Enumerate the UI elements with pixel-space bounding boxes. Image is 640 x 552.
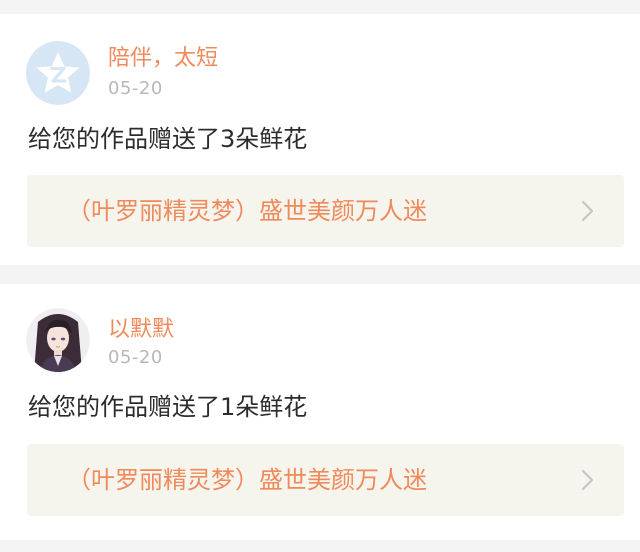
qzone-default-avatar-icon	[26, 41, 90, 105]
work-title: （叶罗丽精灵梦）盛世美颜万人迷	[67, 466, 427, 494]
username[interactable]: 陪伴，太短	[108, 48, 218, 70]
work-title: （叶罗丽精灵梦）盛世美颜万人迷	[67, 197, 427, 225]
timestamp: 05-20	[108, 78, 163, 99]
notification-card: 以默默 05-20 给您的作品赠送了1朵鲜花 （叶罗丽精灵梦）盛世美颜万人迷	[0, 284, 640, 540]
work-link[interactable]: （叶罗丽精灵梦）盛世美颜万人迷	[27, 175, 624, 247]
avatar[interactable]	[26, 308, 90, 372]
anime-character-avatar	[26, 308, 90, 372]
work-link[interactable]: （叶罗丽精灵梦）盛世美颜万人迷	[27, 444, 624, 516]
timestamp: 05-20	[108, 347, 163, 368]
notification-card: 陪伴，太短 05-20 给您的作品赠送了3朵鲜花 （叶罗丽精灵梦）盛世美颜万人迷	[0, 14, 640, 265]
chevron-right-icon	[581, 200, 594, 222]
gift-message: 给您的作品赠送了3朵鲜花	[28, 125, 308, 153]
gift-message: 给您的作品赠送了1朵鲜花	[28, 393, 308, 421]
username[interactable]: 以默默	[108, 319, 174, 341]
chevron-right-icon	[581, 469, 594, 491]
avatar[interactable]	[26, 41, 90, 105]
gift-notification-feed: 陪伴，太短 05-20 给您的作品赠送了3朵鲜花 （叶罗丽精灵梦）盛世美颜万人迷	[0, 0, 640, 552]
